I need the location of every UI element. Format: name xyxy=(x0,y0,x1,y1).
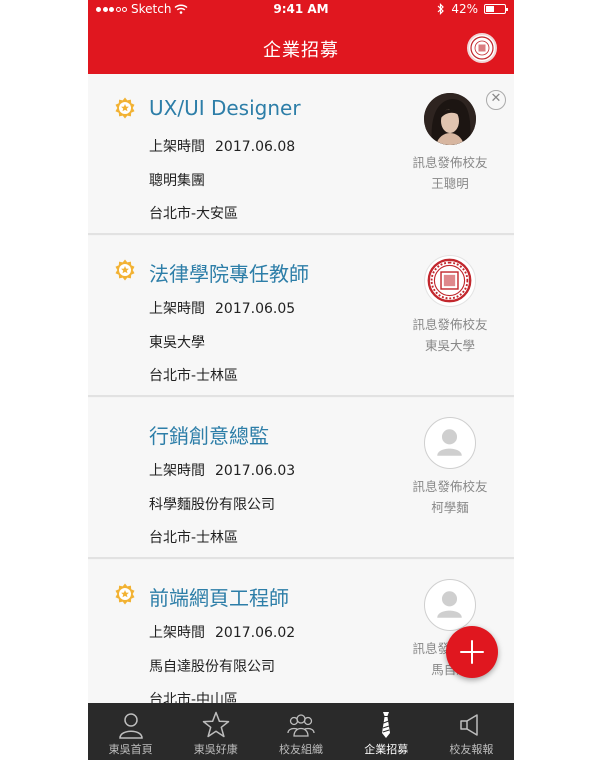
posted-line: 上架時間 2017.06.03 xyxy=(149,460,295,480)
poster-label: 訊息發佈校友 xyxy=(412,155,488,170)
posted-date: 2017.06.03 xyxy=(215,463,296,479)
favorite-badge-icon[interactable] xyxy=(114,97,136,119)
job-location: 台北市-士林區 xyxy=(149,530,239,546)
tab-label: 東吳首頁 xyxy=(108,743,153,756)
posted-date: 2017.06.02 xyxy=(215,625,296,641)
tie-icon xyxy=(382,712,391,738)
poster-name: 東吳大學 xyxy=(424,338,475,353)
megaphone-icon xyxy=(460,714,479,736)
tab-label: 校友組織 xyxy=(279,743,323,756)
status-right-group: 42% xyxy=(437,2,508,16)
person-icon xyxy=(118,713,143,739)
favorite-badge-icon[interactable] xyxy=(114,259,136,281)
company-name: 東吳大學 xyxy=(149,335,205,351)
bluetooth-icon xyxy=(437,3,445,15)
posted-label: 上架時間 xyxy=(149,139,205,155)
job-card[interactable]: 法律學院專任教師 上架時間 2017.06.05 東吳大學 台北市-士林區 訊息發… xyxy=(88,236,514,397)
tab-bar: 東吳首頁 東吳好康 校友組織 企業招募 校友報報 xyxy=(88,703,514,760)
job-location: 台北市-大安區 xyxy=(149,206,239,222)
user-placeholder-icon xyxy=(437,591,462,618)
poster-avatar-placeholder[interactable] xyxy=(424,579,476,631)
close-icon[interactable]: ✕ xyxy=(486,90,506,110)
job-location: 台北市-士林區 xyxy=(149,368,239,384)
posted-date: 2017.06.08 xyxy=(215,139,296,155)
tab-label: 企業招募 xyxy=(364,743,409,756)
posted-label: 上架時間 xyxy=(149,625,205,641)
poster-avatar-seal[interactable] xyxy=(424,255,476,307)
tab-alumni-groups[interactable]: 校友組織 xyxy=(258,703,343,760)
tab-home[interactable]: 東吳首頁 xyxy=(88,703,173,760)
nav-bar: 企業招募 xyxy=(88,20,514,74)
job-list: UX/UI Designer 上架時間 2017.06.08 聰明集團 台北市-大… xyxy=(88,74,514,703)
posted-line: 上架時間 2017.06.08 xyxy=(149,136,295,156)
tab-label: 東吳好康 xyxy=(193,743,238,756)
tab-recruitment[interactable]: 企業招募 xyxy=(344,703,429,760)
posted-label: 上架時間 xyxy=(149,301,205,317)
poster-avatar-placeholder[interactable] xyxy=(424,417,476,469)
posted-line: 上架時間 2017.06.02 xyxy=(149,622,295,642)
posted-line: 上架時間 2017.06.05 xyxy=(149,298,295,318)
job-title[interactable]: 法律學院專任教師 xyxy=(149,258,309,287)
posted-date: 2017.06.05 xyxy=(215,301,296,317)
poster-label: 訊息發佈校友 xyxy=(412,479,488,494)
job-title[interactable]: UX/UI Designer xyxy=(149,96,301,120)
seal-icon xyxy=(470,36,494,60)
posted-label: 上架時間 xyxy=(149,463,205,479)
group-icon xyxy=(287,714,315,737)
portrait-photo xyxy=(424,93,476,145)
page-title: 企業招募 xyxy=(263,40,339,61)
user-placeholder-icon xyxy=(437,429,462,456)
poster-avatar-photo[interactable] xyxy=(424,93,476,145)
battery-percent: 42% xyxy=(451,2,478,16)
job-card[interactable]: 行銷創意總監 上架時間 2017.06.03 科學麵股份有限公司 台北市-士林區 … xyxy=(88,398,514,559)
tab-news[interactable]: 校友報報 xyxy=(429,703,514,760)
job-card[interactable]: UX/UI Designer 上架時間 2017.06.08 聰明集團 台北市-大… xyxy=(88,74,514,235)
status-bar: Sketch 9:41 AM 42% xyxy=(88,0,514,20)
company-name: 聰明集團 xyxy=(149,173,205,189)
star-icon xyxy=(202,711,230,738)
phone-screen: Sketch 9:41 AM 42% 企業招募 UX/UI Designer 上… xyxy=(88,0,514,760)
company-name: 科學麵股份有限公司 xyxy=(149,497,275,513)
plus-icon xyxy=(460,640,484,664)
university-seal-icon xyxy=(427,258,472,303)
poster-label: 訊息發佈校友 xyxy=(412,317,488,332)
company-name: 馬自達股份有限公司 xyxy=(149,659,275,675)
add-job-button[interactable] xyxy=(446,626,498,678)
tab-deals[interactable]: 東吳好康 xyxy=(173,703,258,760)
tab-label: 校友報報 xyxy=(449,743,494,756)
battery-icon xyxy=(484,4,508,14)
job-title[interactable]: 行銷創意總監 xyxy=(149,420,269,449)
job-location: 台北市-中山區 xyxy=(149,692,239,703)
school-seal-logo[interactable] xyxy=(467,33,497,63)
poster-name: 王聰明 xyxy=(431,176,469,191)
favorite-badge-icon[interactable] xyxy=(114,583,136,605)
job-title[interactable]: 前端網頁工程師 xyxy=(149,582,289,611)
poster-name: 柯學麵 xyxy=(431,500,469,515)
